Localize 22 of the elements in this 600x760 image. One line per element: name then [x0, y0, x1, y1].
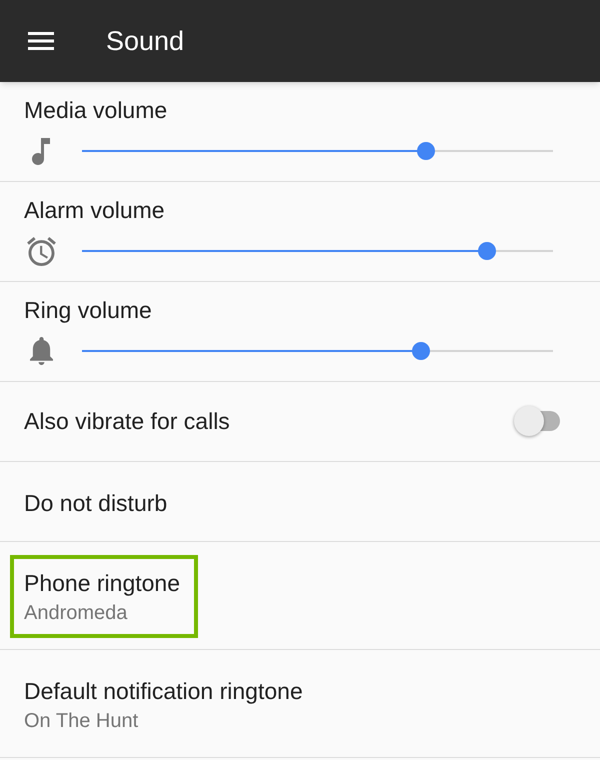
slider-thumb[interactable] [416, 142, 435, 160]
menu-icon [28, 32, 54, 50]
menu-button[interactable] [28, 32, 54, 50]
slider-thumb[interactable] [478, 242, 496, 260]
setting-title[interactable]: Default notification ringtone [24, 678, 303, 704]
slider-thumb[interactable] [412, 342, 430, 360]
music-note-icon [32, 138, 50, 164]
setting-summary: On The Hunt [24, 709, 138, 734]
volume-slider[interactable] [82, 342, 553, 360]
toggle-switch[interactable] [514, 406, 560, 436]
slider-label: Alarm volume [24, 197, 165, 223]
alarm-clock-icon [26, 236, 56, 266]
slider-label: Ring volume [24, 297, 152, 323]
switch-label: Also vibrate for calls [24, 408, 230, 434]
app-bar-title: Sound [106, 25, 184, 58]
volume-slider[interactable] [82, 242, 553, 260]
setting-title[interactable]: Do not disturb [24, 490, 168, 516]
slider-label: Media volume [24, 97, 168, 123]
setting-summary: Andromeda [24, 601, 128, 626]
volume-slider[interactable] [82, 142, 553, 160]
bell-icon [30, 337, 52, 365]
setting-title[interactable]: Phone ringtone [24, 570, 180, 596]
